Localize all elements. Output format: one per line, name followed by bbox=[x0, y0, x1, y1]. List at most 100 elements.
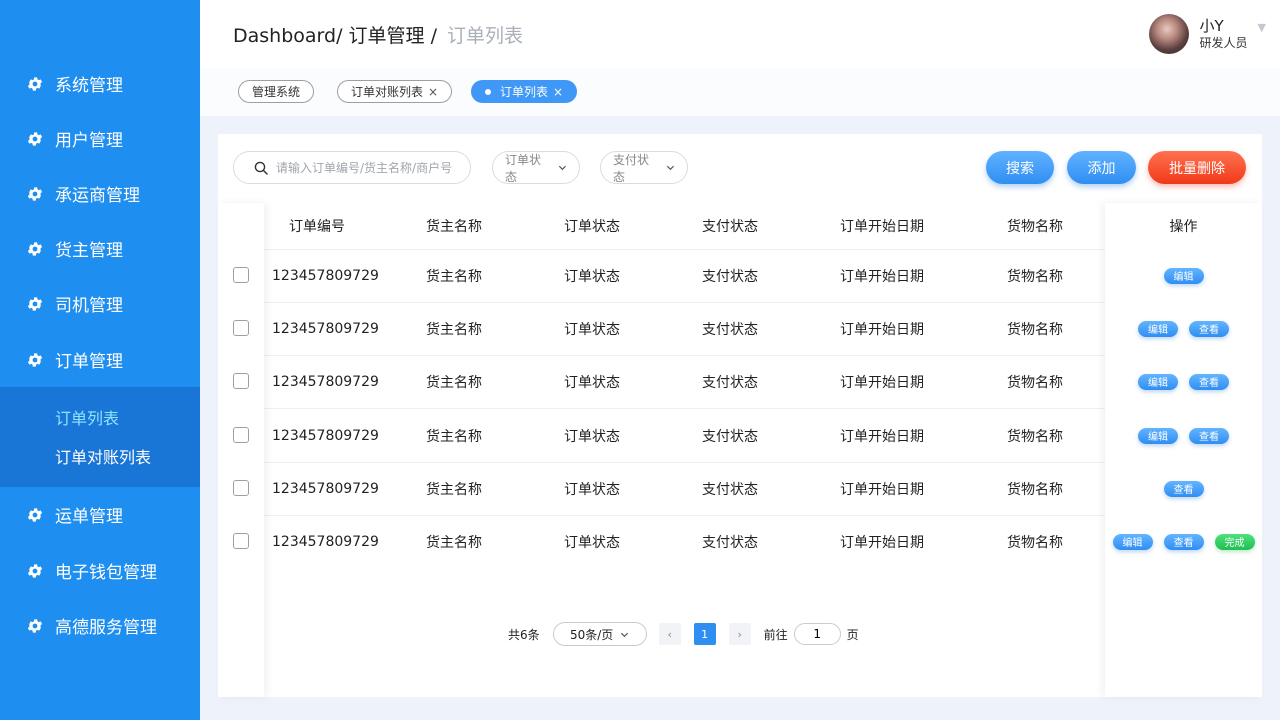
column-header-operations: 操作 bbox=[1169, 219, 1198, 235]
sidebar-item-system[interactable]: 系统管理 bbox=[0, 56, 200, 111]
row-checkbox[interactable] bbox=[233, 373, 249, 389]
breadcrumb-root[interactable]: Dashboard/ bbox=[233, 25, 342, 47]
edit-button[interactable]: 编辑 bbox=[1138, 320, 1178, 337]
goto-page-input[interactable] bbox=[793, 623, 841, 645]
edit-button[interactable]: 编辑 bbox=[1138, 373, 1178, 390]
cell-pay-status: 支付状态 bbox=[702, 428, 758, 445]
cell-shipper-name: 货主名称 bbox=[426, 534, 482, 551]
chevron-down-icon bbox=[667, 165, 675, 171]
active-dot-icon bbox=[485, 88, 491, 95]
table-row[interactable]: 123457809729 货主名称 订单状态 支付状态 订单开始日期 货物名称 bbox=[264, 302, 1105, 355]
total-count: 共6条 bbox=[508, 627, 540, 642]
search-input[interactable] bbox=[276, 160, 466, 175]
sidebar-item-wallet[interactable]: 电子钱包管理 bbox=[0, 543, 200, 598]
complete-button[interactable]: 完成 bbox=[1214, 533, 1255, 550]
row-checkbox[interactable] bbox=[233, 533, 249, 549]
row-actions: 编辑 查看 bbox=[1105, 302, 1262, 355]
sidebar-item-carriers[interactable]: 承运商管理 bbox=[0, 166, 200, 221]
gear-icon bbox=[26, 617, 44, 635]
cell-pay-status: 支付状态 bbox=[702, 321, 758, 338]
tab-order-list[interactable]: 订单列表 × bbox=[471, 80, 578, 103]
sidebar-item-waybills[interactable]: 运单管理 bbox=[0, 487, 200, 542]
column-header-pay-status[interactable]: 支付状态 bbox=[702, 203, 758, 249]
table-row[interactable]: 123457809729 货主名称 订单状态 支付状态 订单开始日期 货物名称 bbox=[264, 462, 1105, 515]
cell-goods-name: 货物名称 bbox=[1007, 428, 1063, 445]
row-checkbox[interactable] bbox=[233, 427, 249, 443]
tab-label: 订单对账列表 bbox=[351, 85, 424, 99]
column-header-shipper-name[interactable]: 货主名称 bbox=[426, 203, 482, 249]
table-row[interactable]: 123457809729 货主名称 订单状态 支付状态 订单开始日期 货物名称 bbox=[264, 409, 1105, 462]
order-status-select[interactable]: 订单状态 bbox=[492, 151, 580, 184]
column-header-start-date[interactable]: 订单开始日期 bbox=[840, 203, 924, 249]
view-button[interactable]: 查看 bbox=[1189, 427, 1229, 444]
cell-goods-name: 货物名称 bbox=[1007, 534, 1063, 551]
caret-down-icon[interactable]: ▼ bbox=[1258, 21, 1266, 34]
gear-icon bbox=[26, 295, 44, 313]
column-header-order-status[interactable]: 订单状态 bbox=[564, 203, 620, 249]
column-header-order-number[interactable]: 订单编号 bbox=[289, 203, 345, 249]
cell-order-status: 订单状态 bbox=[564, 481, 620, 498]
tags-bar: 管理系统 订单对账列表 × 订单列表 × bbox=[200, 68, 1280, 116]
gear-icon bbox=[26, 185, 44, 203]
operations-column: 操作 编辑 编辑 查看 编辑 查看 编辑 查看 查看 编辑 查看 完成 bbox=[1105, 203, 1262, 697]
sidebar-item-label: 货主管理 bbox=[55, 241, 123, 261]
user-menu[interactable]: 小Y 研发人员 ▼ bbox=[1148, 13, 1266, 55]
row-checkbox[interactable] bbox=[233, 267, 249, 283]
breadcrumb: Dashboard/ 订单管理 / 订单列表 bbox=[233, 21, 523, 48]
chevron-left-icon[interactable]: ‹ bbox=[658, 623, 681, 645]
row-checkbox[interactable] bbox=[233, 480, 249, 496]
sidebar-item-drivers[interactable]: 司机管理 bbox=[0, 276, 200, 331]
submenu-item-order-reconciliation[interactable]: 订单对账列表 bbox=[55, 444, 151, 468]
row-actions: 编辑 查看 完成 bbox=[1105, 515, 1262, 568]
avatar[interactable] bbox=[1148, 14, 1189, 54]
column-header-goods-name[interactable]: 货物名称 bbox=[1007, 203, 1063, 249]
row-checkbox[interactable] bbox=[233, 320, 249, 336]
submenu-item-order-list[interactable]: 订单列表 bbox=[55, 405, 119, 429]
main-card: 订单状态 支付状态 搜索 添加 批量删除 操作 编辑编辑查看编辑查看编辑查看查看… bbox=[218, 134, 1262, 697]
cell-pay-status: 支付状态 bbox=[702, 534, 758, 551]
batch-delete-button[interactable]: 批量删除 bbox=[1148, 151, 1246, 184]
page-size-select[interactable]: 50条/页 bbox=[552, 622, 647, 646]
cell-pay-status: 支付状态 bbox=[702, 481, 758, 498]
chevron-right-icon[interactable]: › bbox=[728, 623, 751, 645]
page-size-label: 50条/页 bbox=[569, 627, 614, 642]
table-row[interactable]: 123457809729 货主名称 订单状态 支付状态 订单开始日期 货物名称 bbox=[264, 515, 1105, 568]
cell-order-status: 订单状态 bbox=[564, 321, 620, 338]
cell-start-date: 订单开始日期 bbox=[840, 534, 924, 551]
tab-admin-system[interactable]: 管理系统 bbox=[238, 80, 315, 103]
view-button[interactable]: 查看 bbox=[1163, 533, 1204, 550]
cell-order-number: 123457809729 bbox=[272, 267, 379, 284]
view-button[interactable]: 查看 bbox=[1189, 320, 1229, 337]
edit-button[interactable]: 编辑 bbox=[1112, 533, 1153, 550]
cell-start-date: 订单开始日期 bbox=[840, 374, 924, 391]
search-box[interactable] bbox=[233, 151, 471, 184]
sidebar-item-label: 运单管理 bbox=[55, 507, 123, 527]
close-icon[interactable]: × bbox=[428, 85, 438, 99]
view-button[interactable]: 查看 bbox=[1163, 480, 1204, 497]
edit-button[interactable]: 编辑 bbox=[1138, 427, 1178, 444]
sidebar-item-shippers[interactable]: 货主管理 bbox=[0, 221, 200, 276]
breadcrumb-separator: / bbox=[430, 25, 437, 47]
cell-order-number: 123457809729 bbox=[272, 320, 379, 337]
table-row[interactable]: 123457809729 货主名称 订单状态 支付状态 订单开始日期 货物名称 bbox=[264, 249, 1105, 302]
close-icon[interactable]: × bbox=[553, 85, 563, 99]
cell-order-status: 订单状态 bbox=[564, 534, 620, 551]
view-button[interactable]: 查看 bbox=[1189, 373, 1229, 390]
edit-button[interactable]: 编辑 bbox=[1163, 267, 1204, 284]
cell-order-number: 123457809729 bbox=[272, 480, 379, 497]
sidebar-item-label: 高德服务管理 bbox=[55, 618, 157, 638]
sidebar-item-amap[interactable]: 高德服务管理 bbox=[0, 598, 200, 653]
add-button[interactable]: 添加 bbox=[1067, 151, 1136, 184]
search-button[interactable]: 搜索 bbox=[986, 151, 1054, 184]
table-row[interactable]: 123457809729 货主名称 订单状态 支付状态 订单开始日期 货物名称 bbox=[264, 355, 1105, 408]
tab-order-reconciliation[interactable]: 订单对账列表 × bbox=[337, 80, 453, 103]
pay-status-select[interactable]: 支付状态 bbox=[600, 151, 688, 184]
chevron-down-icon bbox=[621, 632, 629, 637]
breadcrumb-orders[interactable]: 订单管理 bbox=[349, 25, 425, 47]
page-number-button[interactable]: 1 bbox=[693, 623, 716, 645]
goto-label: 前往 bbox=[763, 627, 788, 642]
sidebar-item-users[interactable]: 用户管理 bbox=[0, 111, 200, 166]
gear-icon bbox=[26, 75, 44, 93]
page-suffix: 页 bbox=[846, 627, 859, 642]
sidebar-item-orders[interactable]: 订单管理 bbox=[0, 332, 200, 387]
